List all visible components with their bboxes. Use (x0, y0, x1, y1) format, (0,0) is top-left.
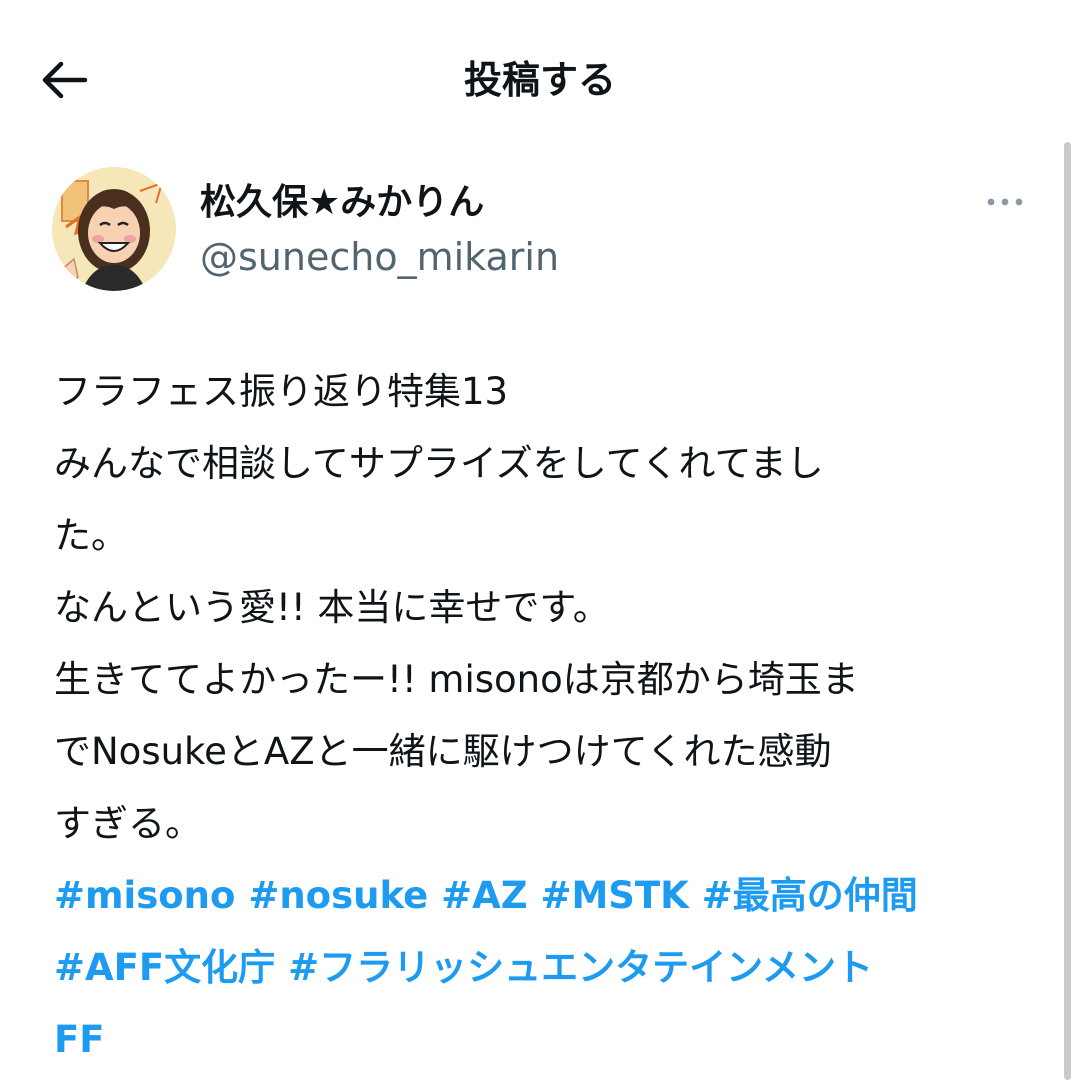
scrollbar[interactable] (1064, 142, 1071, 1080)
hashtag-link[interactable]: #misono (54, 874, 235, 917)
post-text-line: なんという愛!! 本当に幸せです。 (54, 586, 610, 629)
hashtag-line: FF (54, 1004, 1054, 1076)
post-text-line: みんなで相談してサプライズをしてくれてまし (54, 442, 824, 485)
post-body: フラフェス振り返り特集13 みんなで相談してサプライズをしてくれてまし た。 な… (54, 356, 1054, 1076)
hashtag-link[interactable]: #AZ (441, 874, 527, 917)
hashtag-line: #misono #nosuke #AZ #MSTK #最高の仲間 (54, 860, 1054, 932)
post-text-line: フラフェス振り返り特集13 (54, 370, 509, 413)
user-handle[interactable]: @sunecho_mikarin (200, 232, 559, 282)
hashtag-link[interactable]: FF (54, 1018, 105, 1061)
avatar[interactable] (52, 167, 176, 291)
hashtag-link[interactable]: #MSTK (540, 874, 688, 917)
more-options-button[interactable] (984, 186, 1026, 218)
hashtag-link[interactable]: #AFF文化庁 (54, 946, 275, 989)
more-horizontal-icon (987, 198, 1023, 206)
post-text-line: すぎる。 (54, 802, 202, 845)
display-name[interactable]: 松久保★みかりん (200, 178, 484, 228)
page-title: 投稿する (463, 58, 616, 102)
post-text-line: でNosukeとAZと一緒に駆けつけてくれた感動 (54, 730, 832, 773)
post-text-line: た。 (54, 514, 128, 557)
post-text-line: 生きててよかったー!! misonoは京都から埼玉ま (54, 658, 859, 701)
hashtag-link[interactable]: #フラリッシュエンタテインメント (288, 946, 873, 989)
hashtag-line: #AFF文化庁 #フラリッシュエンタテインメント (54, 932, 1054, 1004)
hashtag-link[interactable]: #nosuke (248, 874, 428, 917)
hashtag-link[interactable]: #最高の仲間 (702, 874, 918, 917)
cartoon-avatar (52, 167, 176, 291)
top-bar: 投稿する (0, 0, 1080, 160)
